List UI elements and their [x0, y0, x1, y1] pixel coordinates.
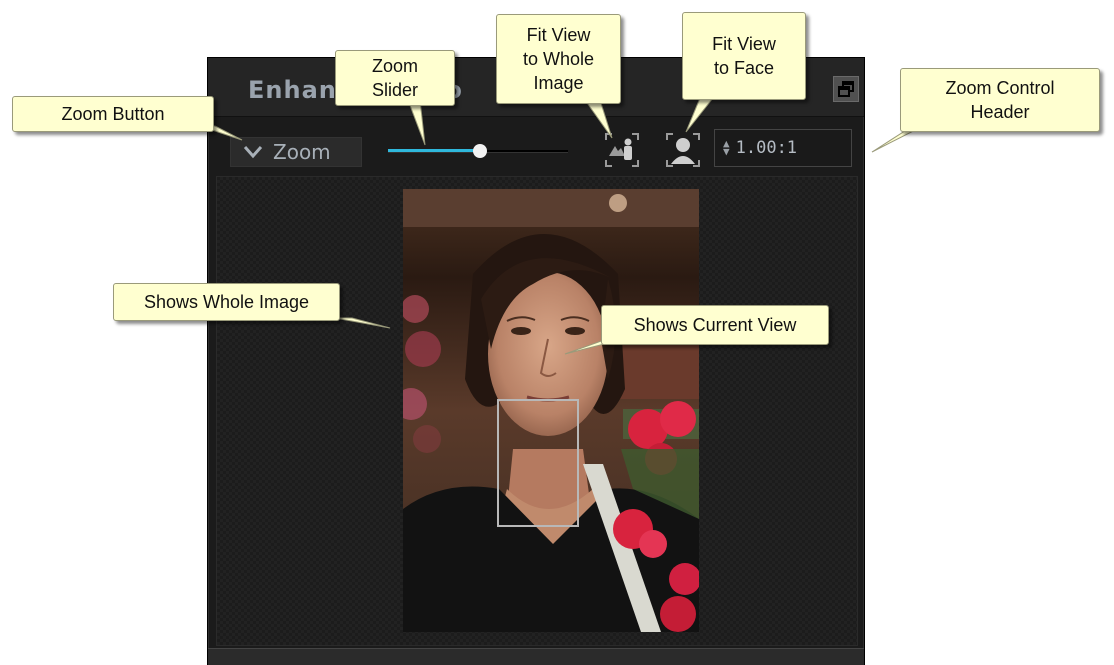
chevron-down-icon	[243, 146, 263, 159]
current-view-rectangle[interactable]	[497, 399, 579, 527]
zoom-slider-thumb[interactable]	[473, 144, 487, 158]
zoom-button-label: Zoom	[273, 140, 331, 164]
fit-face-icon-graphic	[666, 133, 700, 167]
fit-face-icon[interactable]	[665, 132, 701, 168]
zoom-button[interactable]: Zoom	[230, 137, 362, 167]
callout-shows-whole-image: Shows Whole Image	[113, 283, 340, 321]
fit-whole-image-icon[interactable]	[604, 132, 640, 168]
panel-footer	[208, 648, 864, 665]
zoom-slider[interactable]	[388, 141, 568, 161]
callout-shows-current-view: Shows Current View	[601, 305, 829, 345]
zoom-ratio-spinner-icon[interactable]: ▲ ▼	[723, 138, 730, 157]
zoom-slider-fill	[388, 149, 480, 152]
zoom-ratio-field[interactable]: ▲ ▼ 1.00:1	[714, 129, 852, 167]
enhance-photo-panel: Enhance Photo Zoom	[207, 57, 865, 665]
callout-zoom-control-header: Zoom Control Header	[900, 68, 1100, 132]
detach-window-icon[interactable]	[833, 76, 859, 102]
fit-whole-image-icon-graphic	[605, 133, 639, 167]
callout-fit-whole-image: Fit View to Whole Image	[496, 14, 621, 104]
callout-zoom-slider: Zoom Slider	[335, 50, 455, 106]
callout-fit-face: Fit View to Face	[682, 12, 806, 100]
zoom-ratio-value: 1.00:1	[735, 138, 798, 158]
callout-zoom-button: Zoom Button	[12, 96, 214, 132]
navigator-viewport[interactable]	[216, 176, 858, 646]
detach-window-icon-graphic	[838, 81, 854, 97]
